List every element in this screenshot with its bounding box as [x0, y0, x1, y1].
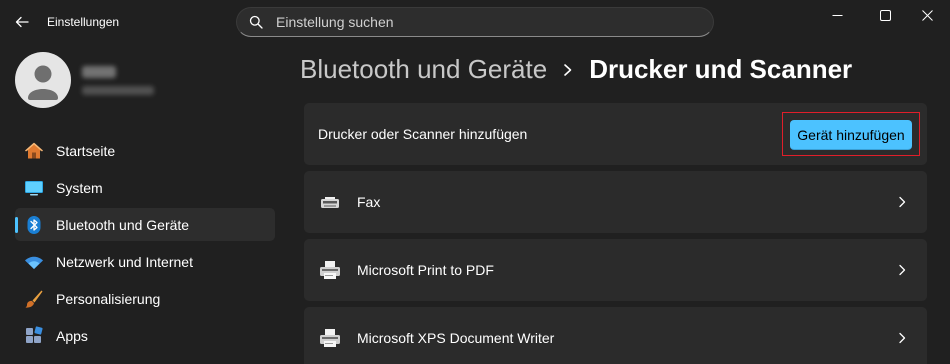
sidebar-item-label: Personalisierung	[56, 290, 161, 307]
active-indicator	[15, 217, 18, 233]
search-box[interactable]: Einstellung suchen	[236, 7, 714, 37]
chevron-right-icon	[562, 63, 574, 77]
page-title: Drucker und Scanner	[589, 54, 853, 84]
minimize-button[interactable]	[814, 0, 860, 30]
sidebar-item-label: Netzwerk und Internet	[56, 253, 193, 270]
printer-name: Microsoft Print to PDF	[357, 262, 494, 278]
chevron-right-icon	[899, 264, 906, 276]
sidebar-item-personalisierung[interactable]: Personalisierung	[15, 282, 275, 315]
wifi-icon	[24, 252, 44, 272]
sidebar-item-label: Startseite	[56, 142, 116, 159]
bluetooth-icon	[24, 215, 44, 235]
close-button[interactable]	[904, 0, 950, 30]
back-arrow-icon	[15, 16, 29, 28]
minimize-icon	[832, 14, 842, 16]
sidebar-item-network[interactable]: Netzwerk und Internet	[15, 245, 275, 278]
printer-name: Fax	[357, 194, 381, 210]
sidebar-item-label: System	[56, 179, 103, 196]
maximize-icon	[879, 9, 891, 21]
fax-icon	[321, 197, 339, 208]
printer-name: Microsoft XPS Document Writer	[357, 330, 555, 346]
maximize-button[interactable]	[862, 0, 908, 30]
close-icon	[921, 9, 933, 21]
printer-icon	[320, 261, 340, 279]
breadcrumb: Bluetooth und Geräte Drucker und Scanner	[300, 54, 852, 85]
add-device-button[interactable]: Gerät hinzufügen	[790, 120, 912, 150]
search-input[interactable]: Einstellung suchen	[276, 14, 394, 30]
chevron-right-icon	[899, 332, 906, 344]
apps-icon	[24, 325, 44, 346]
back-button[interactable]	[8, 8, 36, 36]
profile-email	[82, 86, 154, 95]
app-title: Einstellungen	[47, 15, 120, 29]
sidebar-item-system[interactable]: System	[15, 171, 275, 204]
sidebar-item-bluetooth[interactable]: Bluetooth und Geräte	[15, 208, 275, 241]
sidebar-item-label: Bluetooth und Geräte	[56, 216, 190, 233]
title-bar: Einstellungen Einstellung suchen	[0, 0, 950, 44]
printer-icon	[320, 329, 340, 347]
home-icon	[24, 141, 44, 161]
add-device-label: Drucker oder Scanner hinzufügen	[318, 126, 528, 142]
profile-name	[82, 66, 116, 78]
search-icon	[248, 14, 264, 30]
sidebar-item-apps[interactable]: Apps	[15, 319, 275, 352]
paintbrush-icon	[24, 289, 44, 309]
chevron-right-icon	[899, 196, 906, 208]
monitor-icon	[24, 178, 44, 198]
printer-row-fax[interactable]: Fax	[304, 171, 927, 233]
breadcrumb-parent[interactable]: Bluetooth und Geräte	[300, 54, 547, 85]
user-icon	[28, 65, 58, 100]
printer-row-pdf[interactable]: Microsoft Print to PDF	[304, 239, 927, 301]
printer-row-xps[interactable]: Microsoft XPS Document Writer	[304, 307, 927, 364]
avatar[interactable]	[15, 52, 71, 108]
sidebar-item-startseite[interactable]: Startseite	[15, 134, 275, 167]
sidebar-item-label: Apps	[56, 327, 88, 344]
